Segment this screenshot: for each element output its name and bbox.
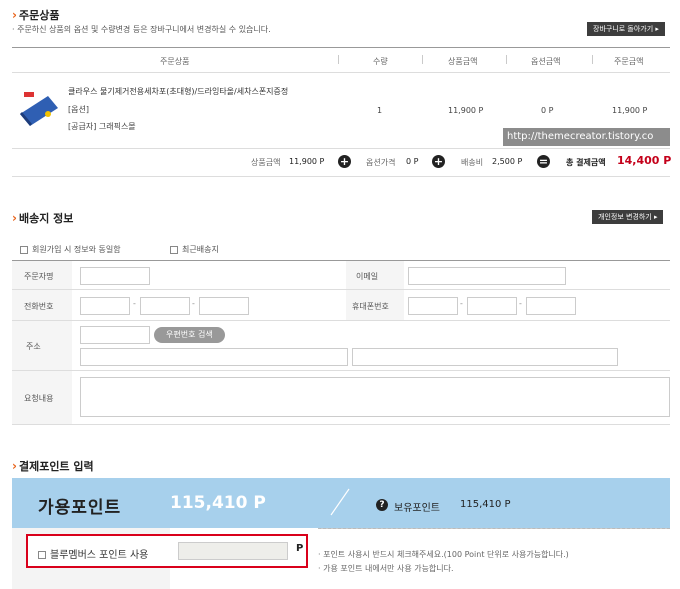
- phone-dash: -: [192, 299, 195, 308]
- summary-total-label: 총 결제금액: [566, 158, 606, 167]
- summary-product-value: 11,900 P: [289, 157, 325, 166]
- points-unit: P: [296, 543, 304, 554]
- mobile-dash: -: [460, 299, 463, 308]
- points-note-2: · 가용 포인트 내에서만 사용 가능합니다.: [318, 564, 454, 573]
- watermark: http://themecreator.tistory.co: [503, 128, 670, 146]
- recent-address-checkbox[interactable]: [170, 245, 178, 254]
- product-option-price: 0 P: [541, 106, 554, 115]
- summary-shipping-value: 2,500 P: [492, 157, 523, 166]
- order-section-title: › 주문상품: [12, 8, 60, 22]
- product-supplier: [공급자] 그래픽스몰: [68, 122, 136, 131]
- shipping-section-title: › 배송지 정보: [12, 211, 74, 225]
- col-header-order-price: 주문금액: [614, 57, 644, 66]
- plus-icon: +: [338, 155, 351, 168]
- address-label: 주소: [26, 342, 41, 351]
- email-input[interactable]: [408, 267, 566, 285]
- order-subtitle: · 주문하신 상품의 옵션 및 수량변경 등은 장바구니에서 변경하실 수 있습…: [12, 25, 271, 34]
- phone-input-2[interactable]: [140, 297, 190, 315]
- mobile-input-2[interactable]: [467, 297, 517, 315]
- owned-points-value: 115,410 P: [460, 499, 511, 510]
- product-name[interactable]: 클라우스 물기제거전용세차포(초대형)/드라잉타올/세차스폰지증정: [68, 86, 288, 97]
- address-input-2[interactable]: [352, 348, 618, 366]
- summary-product-label: 상품금액: [251, 158, 281, 167]
- back-to-cart-button[interactable]: 장바구니로 돌아가기 ▸: [587, 22, 665, 36]
- same-as-member-checkbox[interactable]: [20, 245, 28, 254]
- col-header-option-price: 옵션금액: [531, 57, 561, 66]
- product-thumbnail[interactable]: [18, 86, 60, 128]
- orderer-input[interactable]: [80, 267, 150, 285]
- equals-icon: =: [537, 155, 550, 168]
- mobile-dash: -: [519, 299, 522, 308]
- slash-divider: [330, 488, 350, 516]
- same-as-member-option[interactable]: 회원가입 시 정보와 동일함: [20, 244, 121, 255]
- col-header-product: 주문상품: [160, 57, 190, 66]
- orderer-label: 주문자명: [24, 272, 54, 281]
- member-points-checkbox[interactable]: [38, 551, 46, 559]
- product-option: [옵션]: [68, 105, 89, 114]
- email-label: 이메일: [356, 272, 379, 281]
- help-icon[interactable]: ?: [376, 499, 388, 511]
- product-order-price: 11,900 P: [612, 106, 648, 115]
- points-note-1: · 포인트 사용시 반드시 체크해주세요.(100 Point 단위로 사용가능…: [318, 550, 569, 559]
- zipcode-search-button[interactable]: 우편번호 검색: [154, 327, 225, 343]
- plus-icon: +: [432, 155, 445, 168]
- mobile-input-1[interactable]: [408, 297, 458, 315]
- summary-shipping-label: 배송비: [461, 158, 484, 167]
- member-points-option[interactable]: 블루멤버스 포인트 사용: [38, 546, 148, 561]
- request-label: 요청내용: [24, 394, 54, 403]
- recent-address-option[interactable]: 최근배송지: [170, 244, 219, 255]
- summary-option-value: 0 P: [406, 157, 419, 166]
- phone-dash: -: [133, 299, 136, 308]
- phone-label: 전화번호: [24, 302, 54, 311]
- available-points-value: 115,410 P: [170, 493, 266, 513]
- points-section-title: › 결제포인트 입력: [12, 459, 94, 473]
- mobile-input-3[interactable]: [526, 297, 576, 315]
- phone-input-1[interactable]: [80, 297, 130, 315]
- edit-profile-button[interactable]: 개인정보 변경하기 ▸: [592, 210, 664, 224]
- zipcode-input[interactable]: [80, 326, 150, 344]
- col-header-qty: 수량: [373, 57, 388, 66]
- mobile-label: 휴대폰번호: [352, 302, 389, 311]
- available-points-label: 가용포인트: [38, 498, 122, 518]
- summary-total-value: 14,400 P: [617, 154, 672, 167]
- product-qty: 1: [377, 106, 383, 115]
- col-header-price: 상품금액: [448, 57, 478, 66]
- summary-option-label: 옵션가격: [366, 158, 396, 167]
- phone-input-3[interactable]: [199, 297, 249, 315]
- owned-points-label: 보유포인트: [394, 503, 440, 514]
- product-price: 11,900 P: [448, 106, 484, 115]
- address-input-1[interactable]: [80, 348, 348, 366]
- member-points-input[interactable]: [178, 542, 288, 560]
- request-textarea[interactable]: [80, 377, 670, 417]
